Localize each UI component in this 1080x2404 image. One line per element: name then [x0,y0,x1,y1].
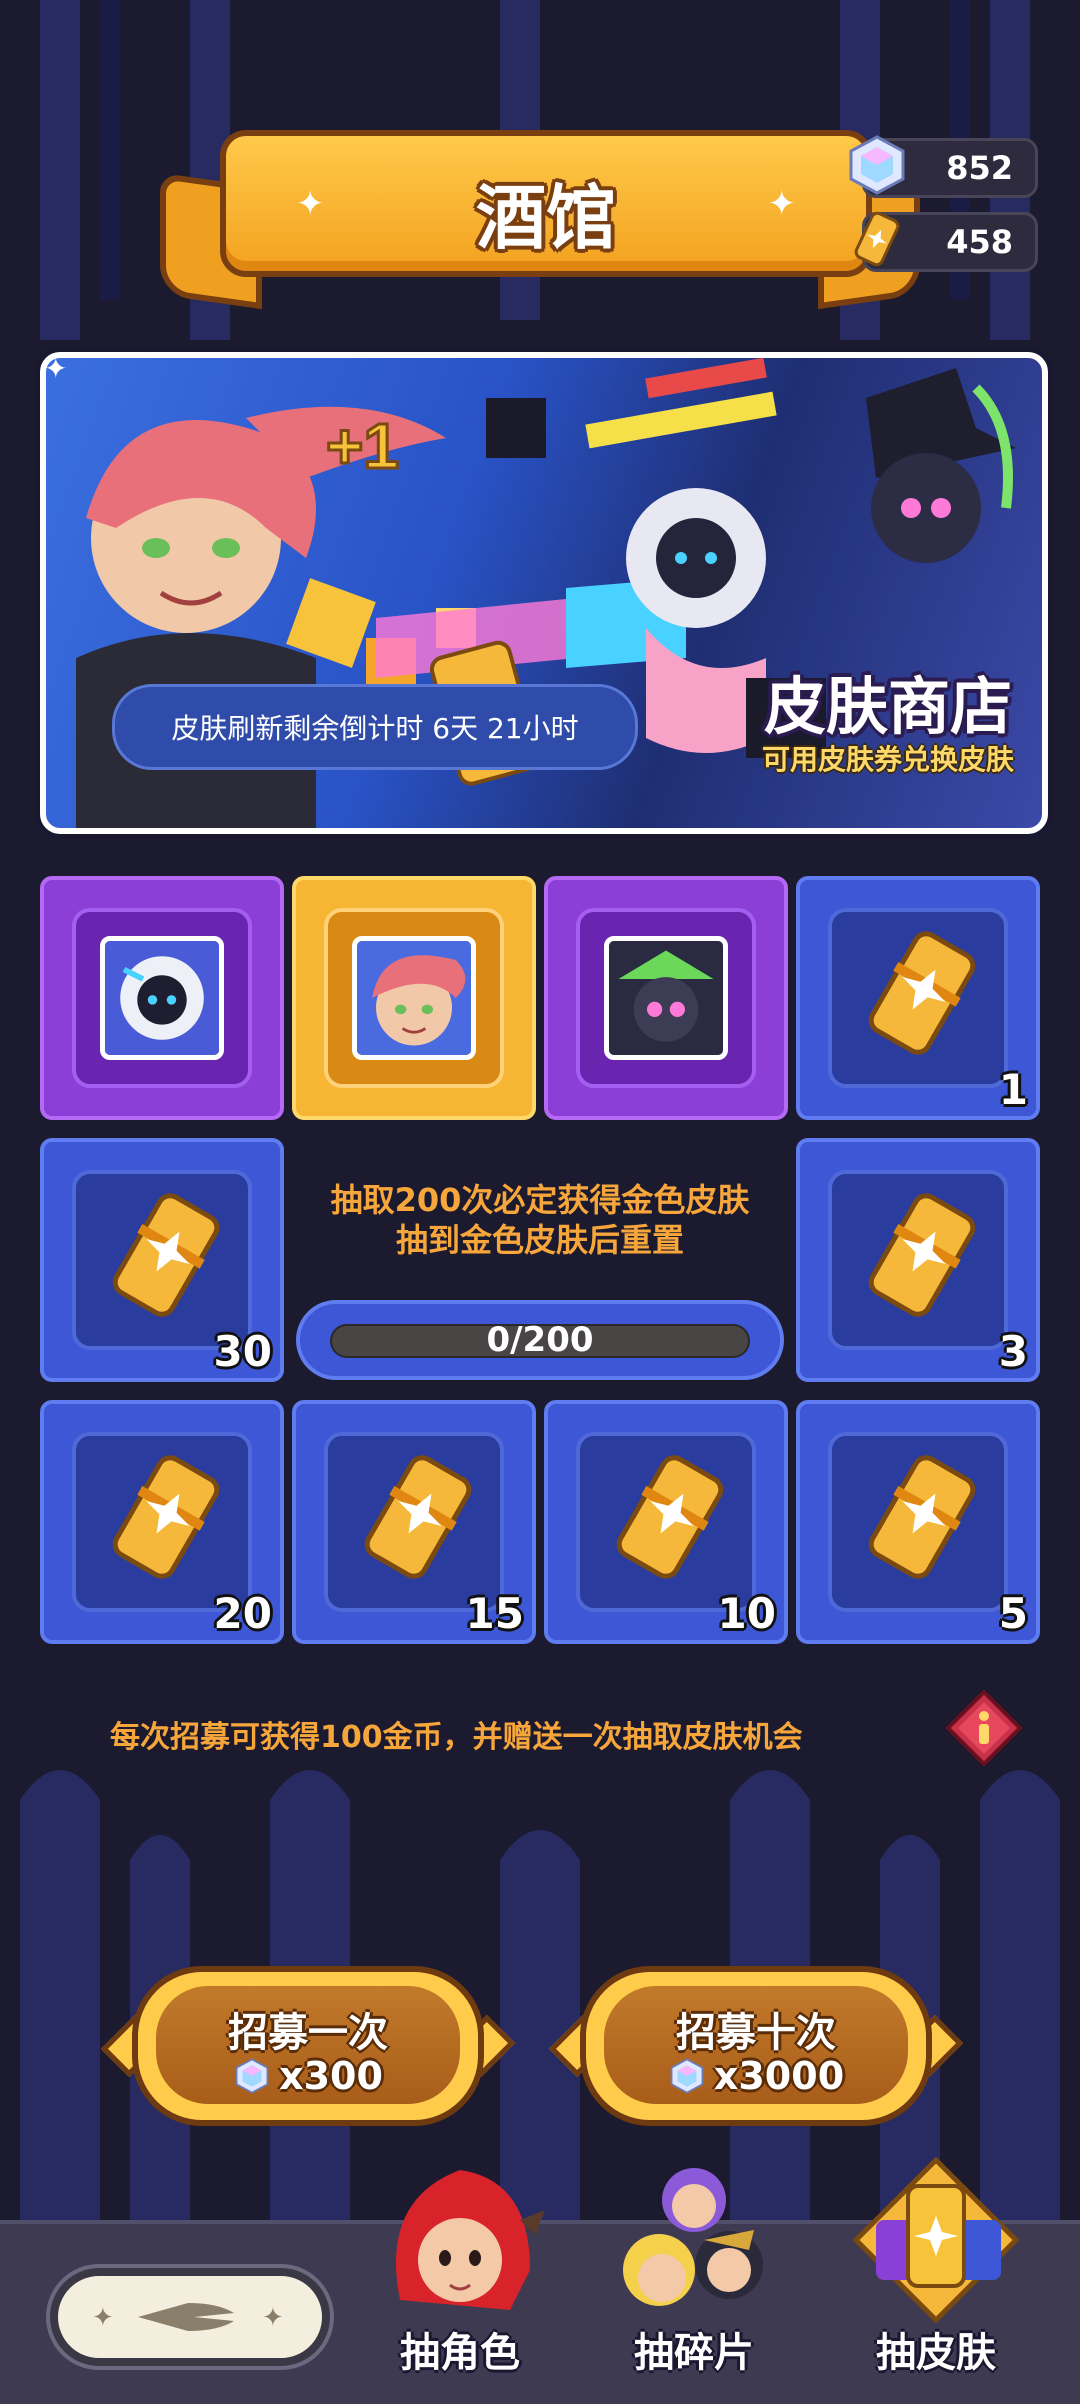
countdown-pill: 皮肤刷新剩余倒计时 6天 21小时 [112,684,638,770]
ticket-reward-count: 1 [998,1065,1028,1114]
skin-ticket-icon [868,931,976,1055]
ticket-count: 458 [946,223,1013,261]
robot-hero-portrait [100,936,224,1060]
nav-label: 抽碎片 [634,2330,754,2376]
ticket-currency[interactable]: 458 [854,211,1038,272]
reward-tile-robot-skin[interactable] [40,876,284,1120]
reward-tile-ticket[interactable]: 20 [40,1400,284,1644]
skin-ticket-icon [868,1455,976,1579]
reward-tile-ticket[interactable]: 1 [796,876,1040,1120]
skin-ticket-icon [112,1455,220,1579]
skin-ticket-icon [616,1455,724,1579]
back-home-button[interactable]: ✦ ✦ [50,2268,330,2366]
ticket-reward-count: 30 [213,1327,272,1376]
skin-ticket-icon [868,1193,976,1317]
reward-tile-ticket[interactable]: 10 [544,1400,788,1644]
title-banner: ✦ ✦ 酒馆 [160,120,920,310]
diamond-count: 852 [946,149,1013,187]
nav-label: 抽角色 [400,2330,520,2376]
recruit-ten-cost-value: x3000 [713,2054,845,2098]
progress-text: 0/200 [486,1320,594,1360]
skin-shop-banner[interactable]: +1 皮肤刷新剩余倒计时 6天 21小时 皮肤商店 可用皮肤券兑换皮肤 [40,352,1048,834]
skin-ticket-icon [364,1455,472,1579]
reward-tile-witch-skin[interactable] [544,876,788,1120]
recruit-ten-cost: x3000 [560,2054,952,2098]
nav-draw-fragments[interactable]: 抽碎片 [594,2150,794,2400]
info-icon[interactable] [946,1690,1022,1766]
diamond-currency[interactable]: 852 [849,135,1038,198]
skin-ticket-icon [854,211,900,267]
page-title: 酒馆 [476,177,616,259]
nav-draw-character[interactable]: 抽角色 [360,2150,560,2400]
pink-hair-girl-portrait [352,936,476,1060]
svg-text:✦: ✦ [262,2303,284,2333]
skin-ticket-icon [852,2156,1020,2324]
skin-shop-title: 皮肤商店 [763,670,1012,743]
sparkle-icon: ✦ [44,352,68,385]
recruit-once-label: 招募一次 [228,2010,388,2056]
witch-robot-portrait [604,936,728,1060]
red-hair-hero-icon [396,2170,545,2310]
recruit-once-cost: x300 [112,2054,504,2098]
back-arrow-icon: ✦ ✦ [92,2303,284,2333]
diamond-gem-icon [235,2058,269,2094]
recruit-ten-label: 招募十次 [676,2010,836,2056]
recruit-notice: 每次招募可获得100金币，并赠送一次抽取皮肤机会 [110,1720,803,1755]
reward-tile-ticket[interactable]: 15 [292,1400,536,1644]
recruit-once-button[interactable]: 招募一次 x300 [100,1966,516,2126]
nav-label: 抽皮肤 [876,2330,996,2376]
title-plate: ✦ ✦ 酒馆 [220,130,872,277]
reward-tile-ticket[interactable]: 3 [796,1138,1040,1382]
diamond-gem-icon [670,2058,704,2094]
skin-refresh-countdown: 皮肤刷新剩余倒计时 6天 21小时 [171,712,579,745]
recruit-once-cost-value: x300 [279,2054,383,2098]
plus-one-text: +1 [326,410,399,482]
skin-ticket-icon [112,1193,220,1317]
ticket-reward-count: 15 [465,1589,524,1638]
skin-shop-subtitle: 可用皮肤券兑换皮肤 [761,743,1014,776]
diamond-gem-icon [849,135,905,195]
reward-tile-girl-skin[interactable] [292,876,536,1120]
pity-line-1: 抽取200次必定获得金色皮肤 [330,1181,750,1219]
svg-text:✦: ✦ [92,2303,114,2333]
ticket-reward-count: 10 [717,1589,776,1638]
ticket-reward-count: 20 [213,1589,272,1638]
ticket-reward-count: 3 [998,1327,1028,1376]
pity-line-2: 抽到金色皮肤后重置 [395,1221,684,1259]
ticket-reward-count: 5 [998,1589,1028,1638]
pity-info: 抽取200次必定获得金色皮肤 抽到金色皮肤后重置 [290,1180,790,1260]
hero-group-icon [623,2168,763,2306]
pity-progress: 0/200 [296,1300,784,1380]
reward-tile-ticket[interactable]: 30 [40,1138,284,1382]
nav-draw-skin[interactable]: 抽皮肤 [836,2150,1036,2400]
reward-tile-ticket[interactable]: 5 [796,1400,1040,1644]
recruit-ten-button[interactable]: 招募十次 x3000 [548,1966,964,2126]
